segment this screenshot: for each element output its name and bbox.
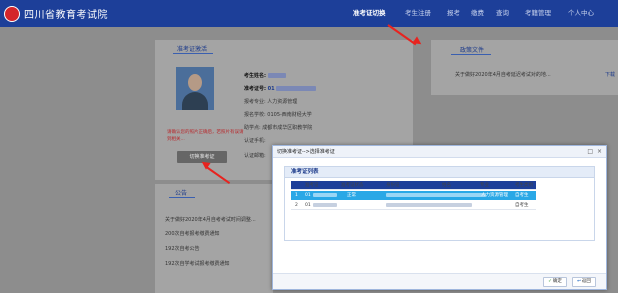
info-center-value: 成都市成华区职教学院 <box>262 125 313 131</box>
select-ticket-dialog: 切换准考证-->选择准考证 □ × 准考证列表 准考证 准考证状态 身份证 姓名… <box>272 145 607 290</box>
maximize-icon[interactable]: □ <box>587 148 593 156</box>
main-nav: 准考证切换 考生注册 报考 缴费 查询 考籍管理 个人中心 <box>353 7 618 19</box>
return-icon: ↩ <box>577 279 581 284</box>
row-category: 自考生 <box>515 193 529 198</box>
title-underline <box>173 53 213 54</box>
close-icon[interactable]: × <box>597 148 602 156</box>
nav-payment[interactable]: 缴费 <box>471 7 484 17</box>
check-icon: ✓ <box>548 279 552 284</box>
row-status: 正常 <box>347 193 356 198</box>
info-email: 认证邮箱: <box>244 152 266 159</box>
blurred-value <box>313 191 337 200</box>
info-ticket-no: 准考证号: 01 <box>244 85 317 92</box>
info-email-label: 认证邮箱: <box>244 153 266 159</box>
title-underline <box>169 197 195 198</box>
photo-warning: 请确认您的照片正确后，若照片有误请到相关... <box>167 130 244 142</box>
nav-records[interactable]: 考籍管理 <box>525 7 551 17</box>
row-major: 人力资源管理 <box>481 193 508 198</box>
ticket-list-title: 准考证列表 <box>285 167 594 178</box>
nav-query[interactable]: 查询 <box>496 7 509 17</box>
info-school-label: 报名学校: <box>244 112 266 118</box>
blurred-value <box>276 86 317 91</box>
back-label: 返回 <box>581 279 591 284</box>
notice-panel: 公告 关于做好2020年4月自考考试时间调整... 200次自考报考缴费通知 1… <box>155 184 273 293</box>
table-row[interactable]: 2 01 自考生 <box>291 201 536 210</box>
info-name-label: 考生姓名: <box>244 73 266 79</box>
notice-item[interactable]: 关于做好2020年4月自考考试时间调整... <box>165 216 256 223</box>
row-category: 自考生 <box>515 203 529 208</box>
blurred-value <box>386 191 486 200</box>
info-major-value: 人力资源管理 <box>267 99 298 105</box>
policy-item[interactable]: 关于做好2020年4月自考延迟考试对的地... <box>455 71 551 78</box>
blurred-value <box>313 201 337 210</box>
info-phone-label: 认证手机: <box>244 138 266 144</box>
info-ticket-value: 01 <box>267 86 275 92</box>
confirm-button[interactable]: ✓确定 <box>543 277 567 287</box>
info-name: 考生姓名: <box>244 72 286 79</box>
confirm-label: 确定 <box>552 279 562 284</box>
avatar-face <box>188 74 202 91</box>
logo-text: 四川省教育考试院 <box>24 10 108 21</box>
info-ticket-label: 准考证号: <box>244 86 266 92</box>
info-major-label: 报考专业: <box>244 99 266 105</box>
col-ticket[interactable]: 准考证 <box>305 181 319 190</box>
info-school: 报名学校: 0105-西南财经大学 <box>244 111 312 118</box>
arrow-head-icon <box>412 36 424 48</box>
seal-icon <box>4 5 20 22</box>
title-underline <box>451 54 491 55</box>
ticket-list: 准考证列表 准考证 准考证状态 身份证 姓名 专业 考生类别 1 01 正常 人… <box>284 166 595 241</box>
nav-ticket-switch[interactable]: 准考证切换 <box>353 7 386 17</box>
row-ticket: 01 <box>305 203 311 208</box>
col-status[interactable]: 准考证状态 <box>341 181 364 190</box>
policy-download-link[interactable]: 下载 <box>605 71 615 78</box>
site-logo[interactable]: 四川省教育考试院 <box>4 4 108 23</box>
dialog-footer: ✓确定 ↩返回 <box>273 273 606 289</box>
avatar <box>176 67 214 110</box>
info-phone: 认证手机: <box>244 137 266 144</box>
info-major: 报考专业: 人力资源管理 <box>244 98 297 105</box>
row-index: 1 <box>295 193 298 198</box>
policy-panel-title: 政策文件 <box>460 47 485 54</box>
dialog-title-bar: 切换准考证-->选择准考证 □ × <box>273 146 606 158</box>
info-center: 助学点: 成都市成华区职教学院 <box>244 124 312 131</box>
grid-header: 准考证 准考证状态 身份证 姓名 专业 考生类别 <box>291 181 536 190</box>
info-school-value: 0105-西南财经大学 <box>267 112 312 118</box>
blurred-value <box>267 73 286 78</box>
notice-panel-title: 公告 <box>175 190 188 197</box>
dialog-title: 切换准考证-->选择准考证 <box>277 149 335 155</box>
col-idcard[interactable]: 身份证 <box>386 181 400 190</box>
info-center-label: 助学点: <box>244 125 261 131</box>
row-index: 2 <box>295 203 298 208</box>
col-name[interactable]: 姓名 <box>442 181 451 190</box>
notice-item[interactable]: 192次自学考试报考缴费通知 <box>165 260 230 267</box>
nav-apply[interactable]: 报考 <box>447 7 460 17</box>
avatar-body <box>182 92 208 110</box>
col-major[interactable]: 专业 <box>480 181 489 190</box>
top-header: 四川省教育考试院 准考证切换 考生注册 报考 缴费 查询 考籍管理 个人中心 <box>0 0 618 27</box>
blurred-value <box>386 201 472 210</box>
nav-personal[interactable]: 个人中心 <box>568 7 594 17</box>
notice-item[interactable]: 200次自考报考缴费通知 <box>165 230 220 237</box>
table-row[interactable]: 1 01 正常 人力资源管理 自考生 <box>291 191 536 200</box>
nav-register[interactable]: 考生注册 <box>405 7 431 17</box>
col-category[interactable]: 考生类别 <box>515 181 533 190</box>
back-button[interactable]: ↩返回 <box>572 277 596 287</box>
notice-item[interactable]: 192次自考公告 <box>165 245 200 252</box>
row-ticket: 01 <box>305 193 311 198</box>
policy-panel: 政策文件 关于做好2020年4月自考延迟考试对的地... 下载 <box>431 40 618 95</box>
ticket-panel-title: 准考证激活 <box>177 46 208 53</box>
